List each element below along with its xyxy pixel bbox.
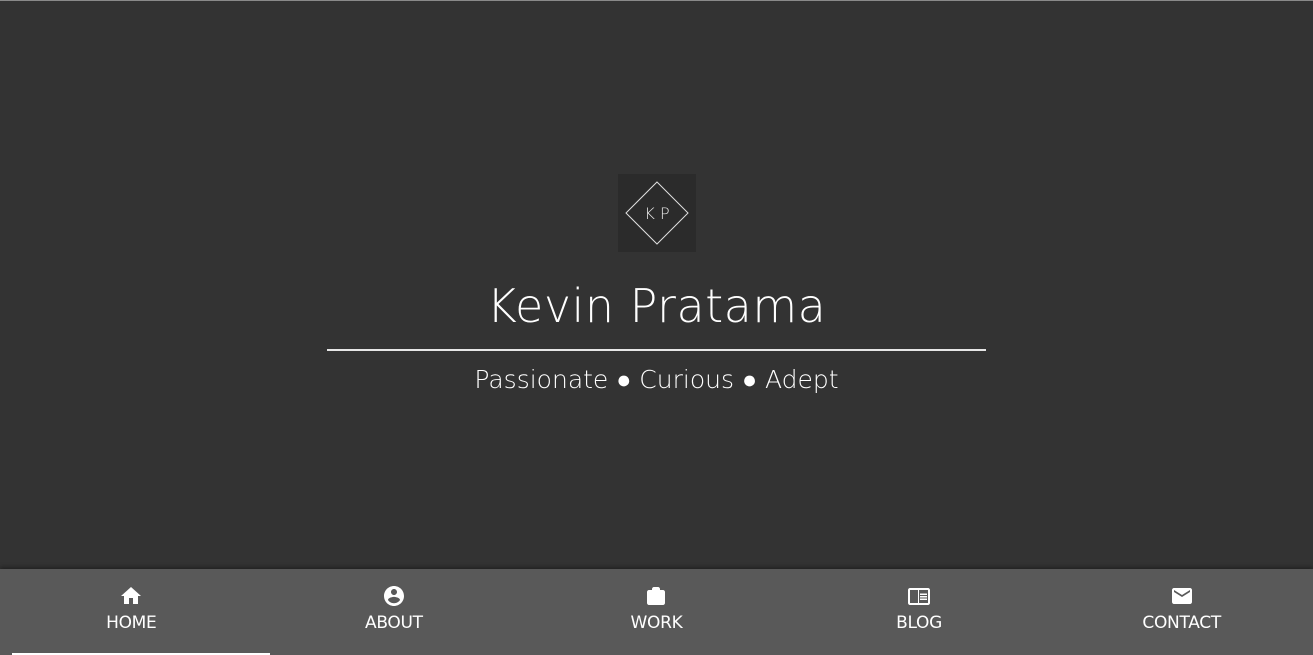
home-icon: [121, 587, 142, 604]
hero-section: K P Kevin Pratama Passionate ● Curious ●…: [0, 0, 1313, 569]
title-divider: [327, 349, 986, 351]
logo: K P: [618, 174, 696, 252]
nav-item-label: CONTACT: [1142, 613, 1221, 633]
logo-initials: K P: [644, 204, 669, 223]
page: K P Kevin Pratama Passionate ● Curious ●…: [0, 0, 1313, 655]
nav-item-work[interactable]: WORK: [525, 569, 788, 655]
bottom-navigation: HOME ABOUT WORK BLOG CONTACT: [0, 569, 1313, 655]
page-title: Kevin Pratama: [486, 279, 827, 333]
nav-item-about[interactable]: ABOUT: [263, 569, 526, 655]
tagline: Passionate ● Curious ● Adept: [474, 365, 839, 394]
nav-item-label: BLOG: [896, 613, 943, 633]
nav-item-label: ABOUT: [365, 613, 423, 633]
nav-item-blog[interactable]: BLOG: [788, 569, 1051, 655]
nav-item-home[interactable]: HOME: [0, 569, 270, 655]
nav-item-label: HOME: [106, 613, 157, 633]
account-circle-icon: [383, 586, 404, 606]
nav-item-label: WORK: [630, 613, 683, 633]
nav-item-contact[interactable]: CONTACT: [1050, 569, 1313, 655]
briefcase-icon: [647, 587, 666, 605]
article-icon: [908, 588, 931, 605]
mail-icon: [1171, 588, 1192, 604]
logo-diamond-icon: K P: [625, 181, 689, 245]
